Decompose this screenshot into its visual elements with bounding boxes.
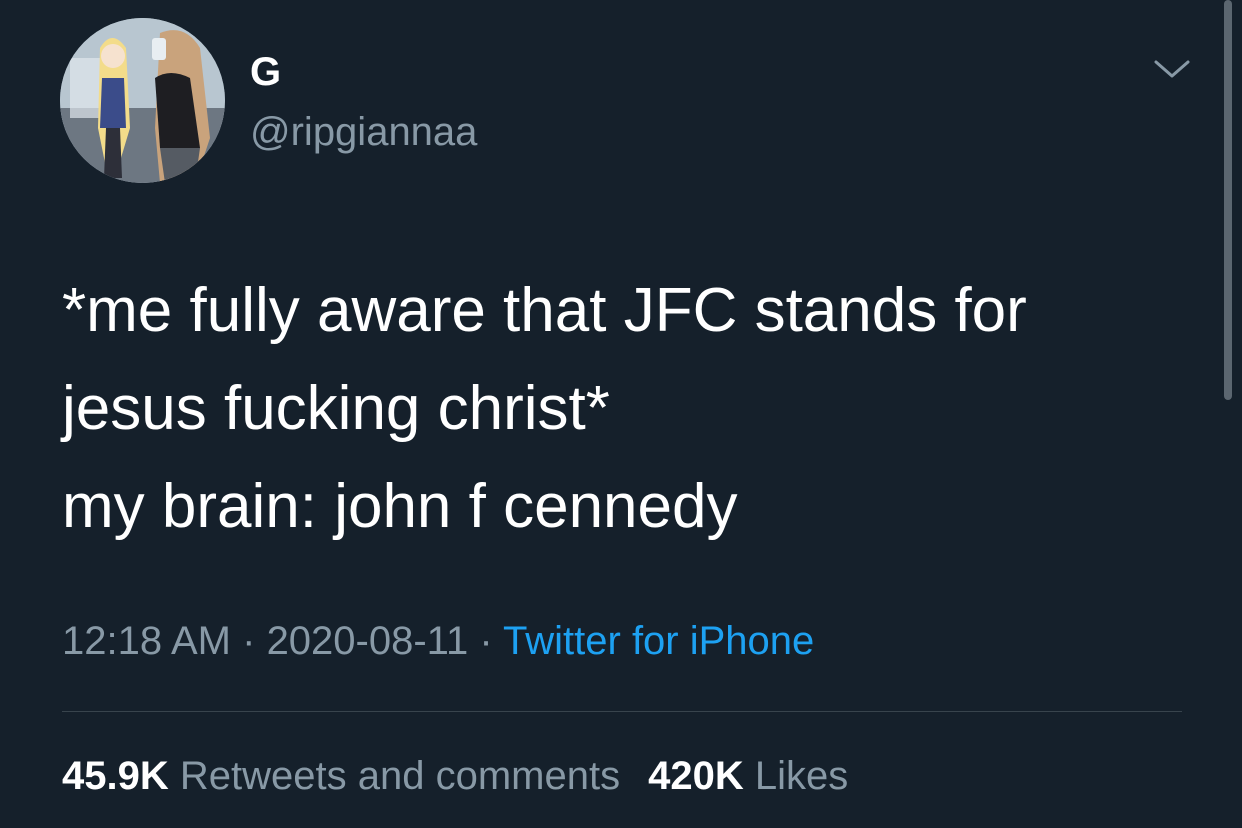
tweet-text-line: *me fully aware that JFC stands for <box>62 276 1027 345</box>
likes-stat[interactable]: 420K Likes <box>648 754 848 798</box>
tweet-source-link[interactable]: Twitter for iPhone <box>503 619 814 663</box>
tweet-text-line: my brain: john f cennedy <box>62 472 738 541</box>
meta-separator: · <box>231 619 267 663</box>
display-name[interactable]: G <box>250 48 281 96</box>
scrollbar[interactable] <box>1224 0 1232 400</box>
divider <box>62 711 1182 712</box>
tweet-stats: 45.9K Retweets and comments 420K Likes <box>62 750 848 802</box>
avatar[interactable] <box>60 18 225 183</box>
likes-count: 420K <box>648 754 744 798</box>
user-handle[interactable]: @ripgiannaa <box>250 108 477 156</box>
tweet-detail: G @ripgiannaa *me fully aware that JFC s… <box>0 0 1242 828</box>
tweet-text-line: jesus fucking christ* <box>62 374 610 443</box>
likes-label: Likes <box>754 754 849 798</box>
retweets-stat[interactable]: 45.9K Retweets and comments <box>62 754 620 798</box>
tweet-text: *me fully aware that JFC stands for jesu… <box>62 262 1182 556</box>
retweets-count: 45.9K <box>62 754 169 798</box>
tweet-metadata: 12:18 AM · 2020-08-11 · Twitter for iPho… <box>62 615 814 667</box>
meta-separator: · <box>468 619 504 663</box>
tweet-time[interactable]: 12:18 AM <box>62 619 231 663</box>
tweet-date[interactable]: 2020-08-11 <box>267 619 469 663</box>
retweets-label: Retweets and comments <box>179 754 621 798</box>
chevron-down-icon[interactable] <box>1150 52 1194 88</box>
avatar-image <box>60 18 225 183</box>
